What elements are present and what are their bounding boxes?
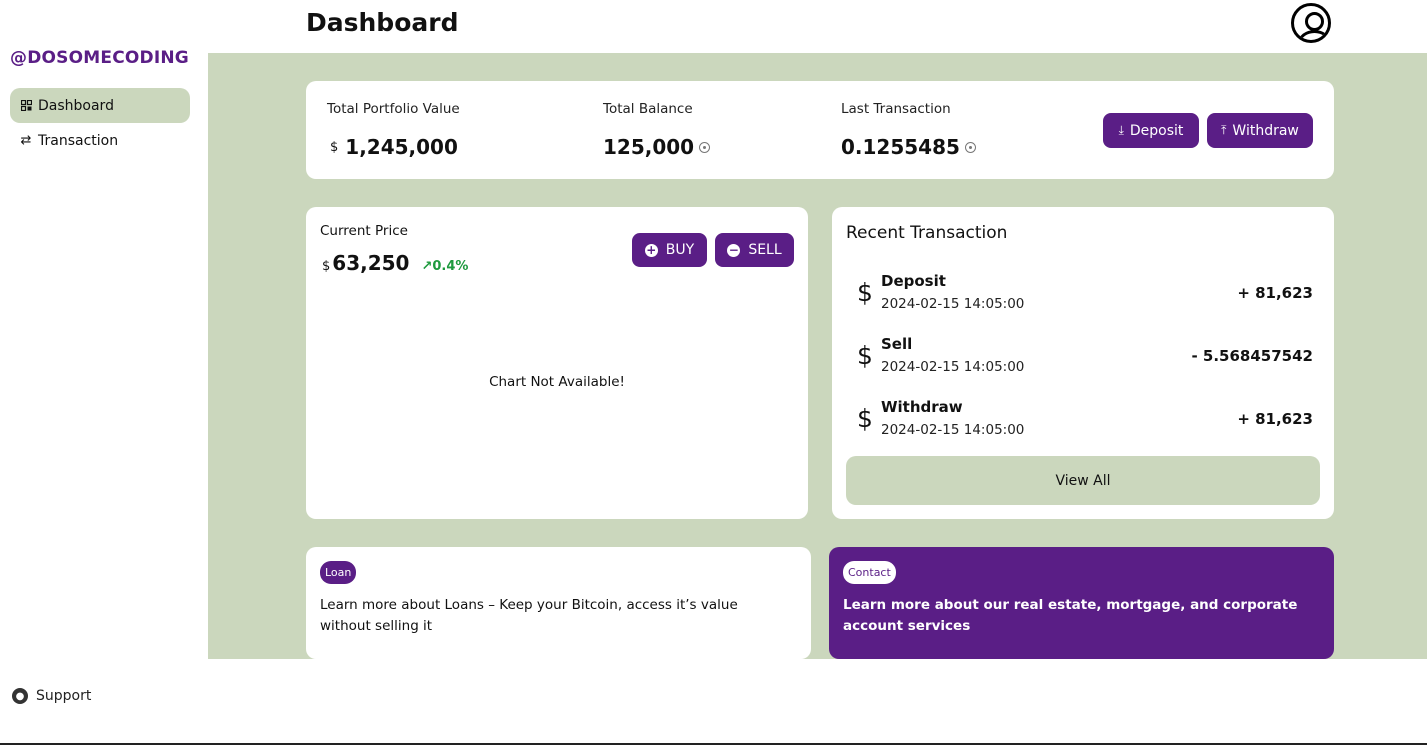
coin-icon: [964, 141, 976, 153]
portfolio-summary-card: Total Portfolio Value $ 1,245,000 Total …: [306, 81, 1334, 179]
upload-icon: ⤒: [1221, 123, 1227, 137]
swap-arrows-icon: ⇄: [20, 133, 32, 148]
transaction-row[interactable]: $ Deposit 2024-02-15 14:05:00 + 81,623: [846, 270, 1313, 320]
last-transaction-label: Last Transaction: [841, 101, 951, 117]
transaction-date: 2024-02-15 14:05:00: [881, 422, 1025, 438]
sidebar-item-label: Transaction: [38, 132, 119, 149]
user-avatar-icon[interactable]: [1291, 3, 1331, 43]
currency-symbol: $: [322, 259, 331, 274]
download-icon: ⤓: [1118, 123, 1124, 137]
recent-transactions-title: Recent Transaction: [846, 223, 1008, 243]
transaction-name: Withdraw: [881, 398, 963, 416]
contact-promo-card[interactable]: Contact Learn more about our real estate…: [829, 547, 1334, 659]
last-transaction-amount: 0.1255485: [841, 135, 960, 159]
loan-tag: Loan: [320, 561, 357, 584]
transaction-name: Sell: [881, 335, 913, 353]
price-change: ↗0.4%: [421, 259, 468, 274]
sidebar-item-label: Dashboard: [38, 97, 114, 114]
transaction-row[interactable]: $ Withdraw 2024-02-15 14:05:00 + 81,623: [846, 396, 1313, 446]
transaction-date: 2024-02-15 14:05:00: [881, 296, 1025, 312]
price-change-value: 0.4%: [432, 259, 469, 274]
transaction-amount: - 5.568457542: [1191, 347, 1313, 365]
transaction-name: Deposit: [881, 272, 946, 290]
last-transaction-value: 0.1255485: [841, 135, 976, 159]
minus-circle-icon: −: [727, 243, 741, 257]
brand-logo: @DOSOMECODING: [10, 48, 189, 68]
transaction-row[interactable]: $ Sell 2024-02-15 14:05:00 - 5.568457542: [846, 333, 1313, 383]
current-price-card: Current Price $ 63,250 ↗0.4% + BUY − SEL…: [306, 207, 808, 519]
contact-promo-text: Learn more about our real estate, mortga…: [843, 597, 1298, 634]
deposit-label: Deposit: [1129, 122, 1184, 139]
withdraw-label: Withdraw: [1232, 122, 1299, 139]
user-circle-icon: ●: [12, 688, 28, 704]
main-content: Total Portfolio Value $ 1,245,000 Total …: [208, 53, 1427, 659]
price-amount: 63,250: [332, 251, 410, 275]
sidebar-nav: Dashboard ⇄ Transaction: [10, 88, 190, 158]
trend-up-icon: ↗: [421, 259, 433, 274]
balance-label: Total Balance: [603, 101, 693, 117]
buy-button[interactable]: + BUY: [632, 233, 707, 267]
view-all-button[interactable]: View All: [846, 456, 1320, 505]
loan-promo-card[interactable]: Loan Learn more about Loans – Keep your …: [306, 547, 811, 659]
deposit-button[interactable]: ⤓ Deposit: [1103, 113, 1199, 148]
dashboard-grid-icon: [18, 100, 34, 111]
withdraw-button[interactable]: ⤒ Withdraw: [1207, 113, 1313, 148]
currency-symbol: $: [330, 139, 339, 155]
buy-label: BUY: [665, 242, 695, 258]
balance-value: 125,000: [603, 135, 711, 159]
transaction-amount: + 81,623: [1237, 284, 1313, 302]
support-label: Support: [36, 688, 92, 704]
portfolio-amount: 1,245,000: [345, 135, 458, 159]
plus-circle-icon: +: [644, 243, 658, 257]
portfolio-value: $ 1,245,000: [330, 135, 458, 159]
support-link[interactable]: ● Support: [12, 688, 91, 704]
loan-promo-text: Learn more about Loans – Keep your Bitco…: [320, 597, 738, 634]
sell-label: SELL: [748, 242, 782, 258]
chart-placeholder: Chart Not Available!: [489, 374, 625, 390]
transaction-amount: + 81,623: [1237, 410, 1313, 428]
dollar-icon: $: [857, 278, 873, 307]
recent-transactions-card: Recent Transaction $ Deposit 2024-02-15 …: [832, 207, 1334, 519]
dollar-icon: $: [857, 404, 873, 433]
sidebar-item-transaction[interactable]: ⇄ Transaction: [10, 123, 190, 158]
dollar-icon: $: [857, 341, 873, 370]
current-price-label: Current Price: [320, 223, 408, 239]
sell-button[interactable]: − SELL: [715, 233, 794, 267]
balance-amount: 125,000: [603, 135, 695, 159]
portfolio-label: Total Portfolio Value: [327, 101, 460, 117]
current-price-value: $ 63,250 ↗0.4%: [322, 251, 468, 275]
sidebar-item-dashboard[interactable]: Dashboard: [10, 88, 190, 123]
page-title: Dashboard: [306, 8, 459, 37]
coin-icon: [699, 141, 711, 153]
contact-tag: Contact: [843, 561, 896, 584]
transaction-date: 2024-02-15 14:05:00: [881, 359, 1025, 375]
